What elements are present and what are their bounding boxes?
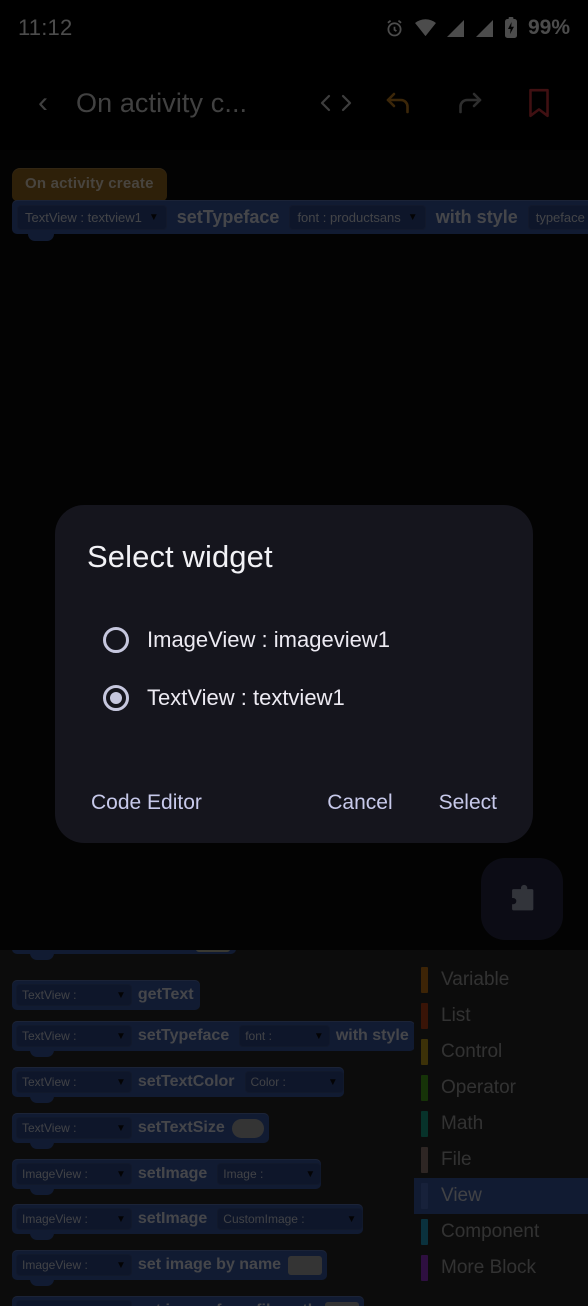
dialog-option-group[interactable]: ImageView : imageview1 TextView : textvie… (87, 611, 501, 727)
radio-button[interactable] (103, 627, 129, 653)
code-editor-button[interactable]: Code Editor (87, 783, 206, 823)
dialog-option-1[interactable]: TextView : textview1 (87, 669, 501, 727)
radio-button[interactable] (103, 685, 129, 711)
select-widget-dialog: Select widget ImageView : imageview1 Text… (55, 505, 533, 843)
dialog-option-label: ImageView : imageview1 (147, 627, 390, 652)
dialog-actions: Code Editor Cancel Select (55, 783, 533, 823)
app-root: 11:12 (0, 0, 588, 1306)
dialog-option-label: TextView : textview1 (147, 685, 345, 710)
select-button[interactable]: Select (435, 783, 501, 823)
dialog-title: Select widget (87, 539, 273, 574)
dialog-option-0[interactable]: ImageView : imageview1 (87, 611, 501, 669)
cancel-button[interactable]: Cancel (323, 783, 396, 823)
